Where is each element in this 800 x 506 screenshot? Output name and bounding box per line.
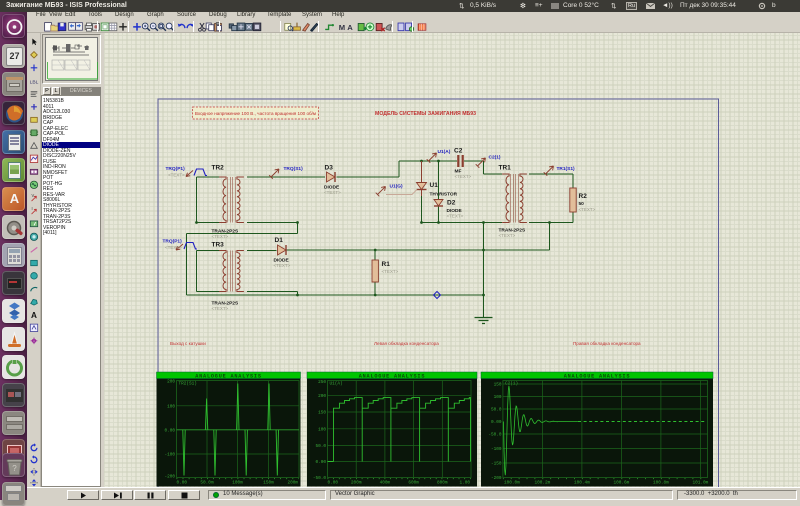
svg-text:-150: -150 [491,462,502,467]
svg-text:<TEXT>: <TEXT> [168,173,185,178]
svg-text:600m: 600m [408,481,419,486]
svg-text:<TEXT>: <TEXT> [324,190,341,195]
svg-text:-50.0: -50.0 [488,433,502,438]
svg-text:TRQ(P1): TRQ(P1) [166,166,186,172]
svg-text:R2: R2 [579,193,588,200]
svg-text:LBL: LBL [30,79,39,85]
svg-text:-50.0: -50.0 [313,476,327,481]
svg-text:Выход с катушки: Выход с катушки [170,341,206,346]
svg-text:0.00: 0.00 [164,428,175,433]
svg-text:800m: 800m [437,481,448,486]
svg-text:200: 200 [318,394,326,399]
svg-text:ANALOGUE ANALYSIS: ANALOGUE ANALYSIS [195,373,262,379]
svg-text:100m: 100m [232,481,243,486]
svg-text:?: ? [12,464,17,473]
svg-text:-100: -100 [164,453,175,458]
svg-text:200: 200 [167,380,175,385]
svg-text:Входное напряжение 100 В., час: Входное напряжение 100 В., частота враще… [195,111,316,116]
svg-text:Правая обкладка конденсатора: Правая обкладка конденсатора [573,341,641,346]
svg-text:V: V [32,193,35,198]
svg-text:C2: C2 [454,148,463,155]
svg-text:-100: -100 [491,447,502,452]
svg-text:<TEXT>: <TEXT> [499,233,516,238]
svg-text:U1(A): U1(A) [438,149,451,155]
svg-text:TR2: TR2 [212,165,225,172]
svg-text:C2(1): C2(1) [505,382,518,387]
svg-text:250: 250 [318,380,326,385]
svg-text:<TEXT>: <TEXT> [212,306,229,311]
svg-text:0.00: 0.00 [328,481,339,486]
svg-text:D1: D1 [275,237,284,244]
svg-text:ANALOGUE ANALYSIS: ANALOGUE ANALYSIS [564,373,631,379]
svg-text:100: 100 [318,427,326,432]
svg-text:50.0: 50.0 [491,408,502,413]
svg-text:МОДЕЛЬ СИСТЕМЫ ЗАЖИГАНИЯ МБ93: МОДЕЛЬ СИСТЕМЫ ЗАЖИГАНИЯ МБ93 [375,111,476,117]
svg-text:A: A [31,311,37,320]
svg-text:50.0m: 50.0m [200,481,214,486]
svg-text:100.8m: 100.8m [653,481,669,486]
svg-text:-200: -200 [164,475,175,480]
svg-text:150: 150 [494,383,502,388]
svg-text:R1: R1 [382,261,391,268]
svg-text:Левая обкладка конденсатора: Левая обкладка конденсатора [374,341,439,346]
svg-text:I: I [32,206,33,211]
svg-text:U1(A): U1(A) [330,382,343,387]
svg-text:1.00: 1.00 [459,481,470,486]
svg-text:200m: 200m [351,481,362,486]
svg-text:101.0m: 101.0m [692,481,708,486]
svg-text:U1: U1 [430,182,439,189]
svg-text:150m: 150m [263,481,274,486]
svg-text:U1(G): U1(G) [390,184,403,190]
svg-text:<TEXT>: <TEXT> [165,245,182,250]
svg-text:TRQ(P1): TRQ(P1) [163,239,183,245]
svg-text:<TEXT>: <TEXT> [274,263,291,268]
svg-text:<TEXT>: <TEXT> [447,214,464,219]
svg-text:ANALOGUE ANALYSIS: ANALOGUE ANALYSIS [359,373,426,379]
svg-text:0.00: 0.00 [177,481,188,486]
svg-text:0.00: 0.00 [315,460,326,465]
svg-text:A: A [347,23,353,32]
svg-text:100: 100 [494,395,502,400]
svg-text:<TEXT>: <TEXT> [212,234,229,239]
svg-text:<TEXT>: <TEXT> [579,207,596,212]
svg-text:150: 150 [318,411,326,416]
svg-text:0.00: 0.00 [491,420,502,425]
svg-text:TR1(S1): TR1(S1) [557,166,576,172]
svg-text:100.0m: 100.0m [504,481,520,486]
svg-text:TR1: TR1 [499,165,512,172]
svg-text:TRQ(S1): TRQ(S1) [284,166,304,172]
svg-text:100: 100 [167,404,175,409]
svg-text:THYRISTOR: THYRISTOR [430,192,458,198]
svg-text:C2(1): C2(1) [489,155,501,161]
svg-text:100.4m: 100.4m [574,481,590,486]
svg-text:50.0: 50.0 [315,444,326,449]
svg-text:200m: 200m [287,481,298,486]
svg-text:TR3: TR3 [212,242,225,249]
svg-text:100.2m: 100.2m [534,481,550,486]
svg-text:<TEXT>: <TEXT> [382,269,399,274]
svg-text:400m: 400m [380,481,391,486]
svg-text:100.6m: 100.6m [613,481,629,486]
svg-text:<TEXT>: <TEXT> [455,174,472,179]
svg-text:TR2(S1): TR2(S1) [179,382,197,387]
svg-text:D3: D3 [325,165,334,172]
svg-text:-200: -200 [491,476,502,481]
svg-text:D2: D2 [447,200,456,207]
